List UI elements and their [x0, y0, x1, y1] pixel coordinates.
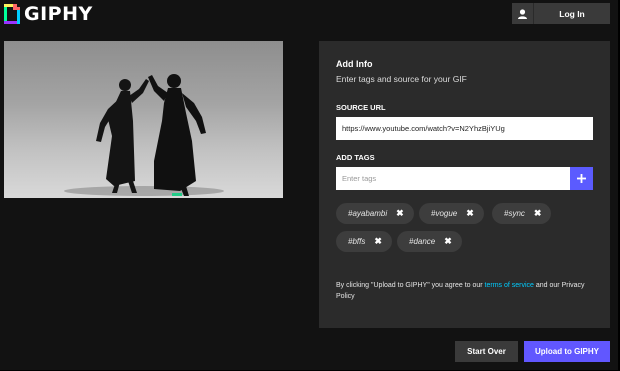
tag-chip: #vogue ✖ — [419, 203, 484, 224]
tag-chip: #dance ✖ — [397, 231, 462, 252]
tag-chip: #sync ✖ — [492, 203, 552, 224]
giphy-logo-icon — [4, 4, 20, 24]
tag-chip-label: #ayabambi — [348, 209, 388, 218]
login-button[interactable]: Log In — [512, 3, 610, 24]
terms-prefix: By clicking "Upload to GIPHY" you agree … — [336, 282, 485, 289]
upload-button[interactable]: Upload to GIPHY — [524, 341, 610, 362]
giphy-logo[interactable]: GIPHY — [4, 3, 93, 25]
remove-tag-icon[interactable]: ✖ — [466, 208, 474, 219]
tag-chip-label: #bffs — [348, 237, 366, 246]
tag-chip-label: #vogue — [431, 209, 458, 218]
tag-chip: #bffs ✖ — [336, 231, 392, 252]
start-over-button[interactable]: Start Over — [455, 341, 518, 362]
add-info-panel: Add Info Enter tags and source for your … — [319, 41, 610, 328]
remove-tag-icon[interactable]: ✖ — [396, 208, 404, 219]
gif-preview — [4, 41, 283, 198]
gif-preview-image — [64, 74, 224, 196]
plus-icon — [577, 170, 586, 188]
tag-chip-label: #dance — [409, 237, 436, 246]
user-icon — [512, 3, 534, 24]
remove-tag-icon[interactable]: ✖ — [444, 236, 452, 247]
remove-tag-icon[interactable]: ✖ — [374, 236, 382, 247]
logo-text: GIPHY — [24, 3, 93, 25]
add-tag-button[interactable] — [570, 167, 593, 190]
tags-input[interactable] — [336, 167, 570, 190]
terms-text: By clicking "Upload to GIPHY" you agree … — [336, 281, 601, 302]
source-url-input[interactable] — [336, 117, 593, 140]
terms-of-service-link[interactable]: terms of service — [485, 282, 534, 289]
remove-tag-icon[interactable]: ✖ — [534, 208, 542, 219]
add-tags-label: ADD TAGS — [336, 153, 375, 162]
tag-chip-label: #sync — [504, 209, 525, 218]
panel-subtitle: Enter tags and source for your GIF — [336, 74, 467, 84]
source-url-label: SOURCE URL — [336, 103, 386, 112]
panel-title: Add Info — [336, 59, 373, 69]
tag-chip: #ayabambi ✖ — [336, 203, 414, 224]
login-label: Log In — [559, 8, 585, 19]
